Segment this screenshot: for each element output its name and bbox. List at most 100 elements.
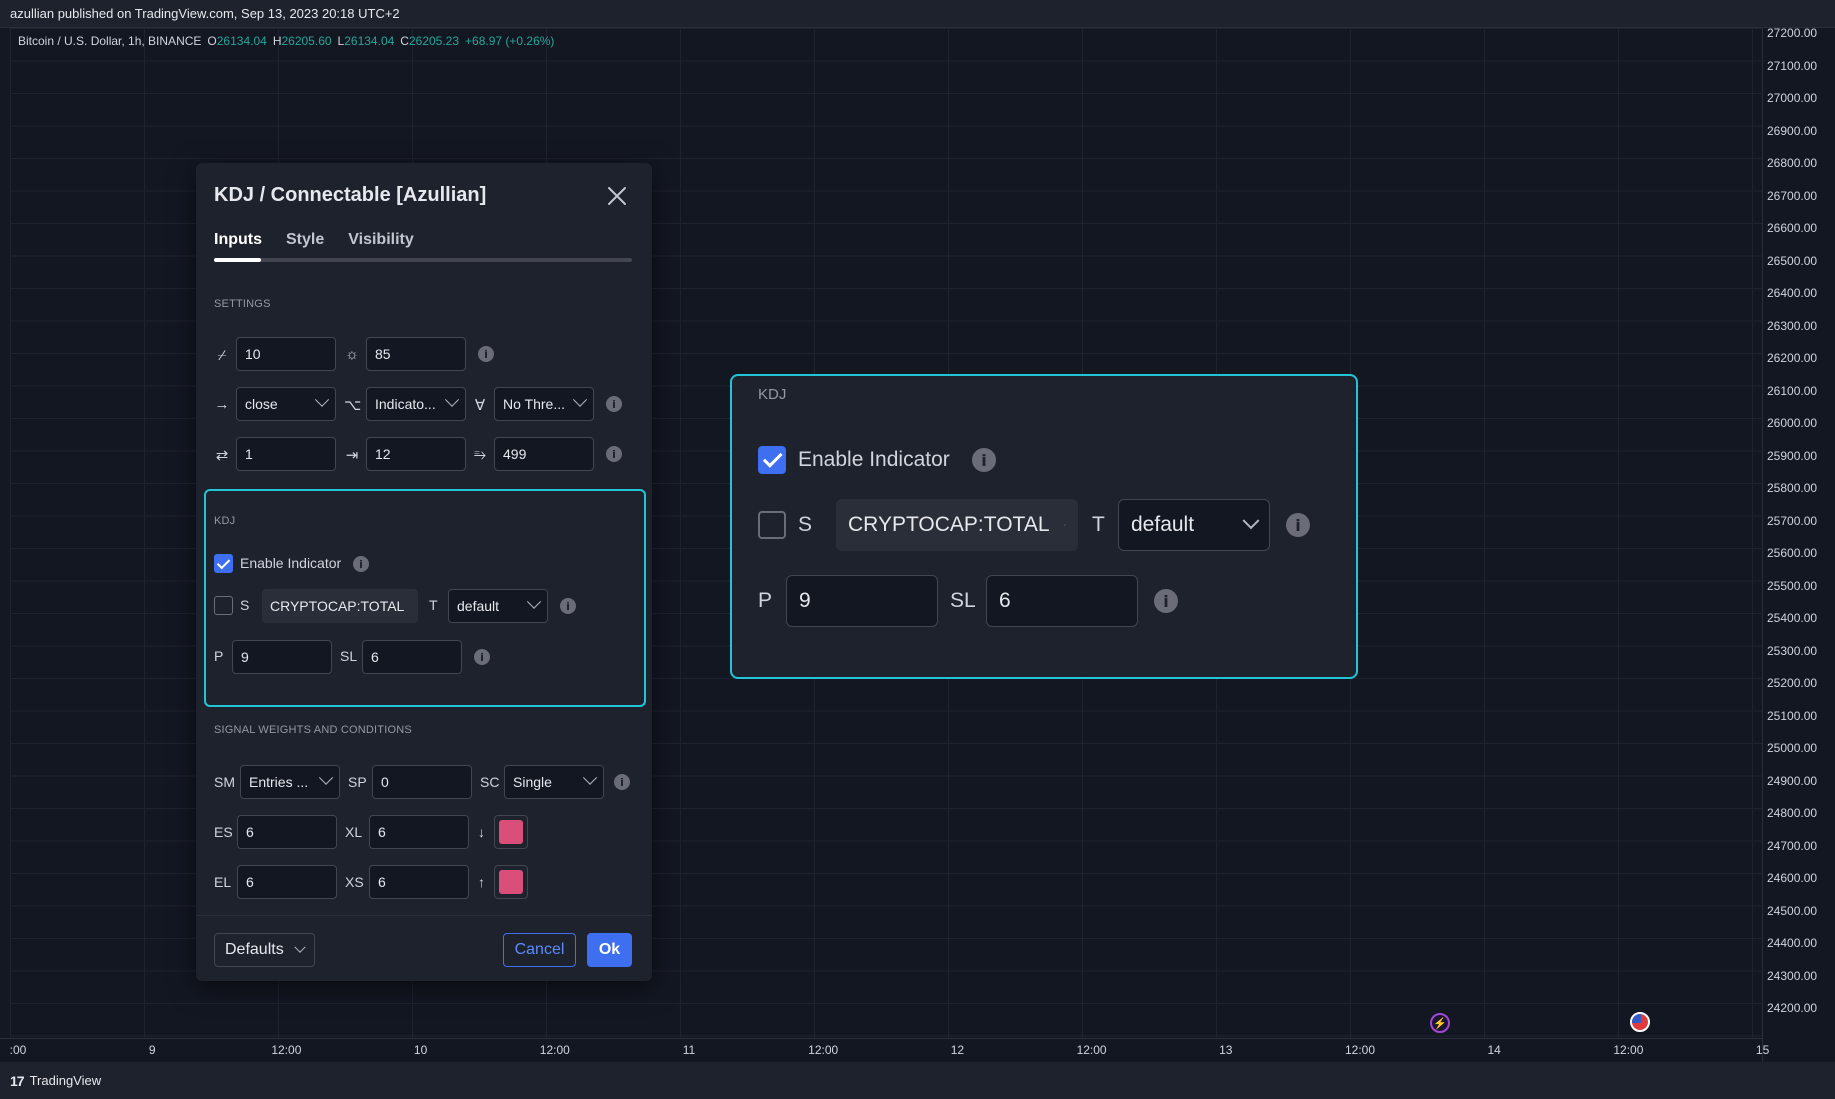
- symbol-legend: Bitcoin / U.S. Dollar, 1h, BINANCE O 2613…: [18, 34, 554, 48]
- indicator-select-value: Indicato...: [375, 396, 436, 412]
- time-axis[interactable]: :00 9 12:00 10 12:00 11 12:00 12 12:00 13 12:00 14 1…: [0, 1038, 1769, 1062]
- enable-indicator-checkbox[interactable]: [214, 554, 233, 573]
- zoom-sl-label: SL: [950, 589, 976, 612]
- xs-input[interactable]: 6: [369, 865, 469, 899]
- time-tick-label: 12: [950, 1043, 965, 1057]
- symbol-toggle-checkbox[interactable]: [214, 596, 233, 615]
- source-select[interactable]: close: [236, 387, 336, 421]
- info-icon[interactable]: i: [606, 396, 622, 412]
- time-tick-label: 13: [1219, 1043, 1233, 1057]
- price-tick-label: 26800.00: [1767, 156, 1818, 170]
- footer-divider: [196, 915, 652, 916]
- sc-label: SC: [480, 774, 500, 790]
- tab-inputs[interactable]: Inputs: [214, 231, 262, 249]
- long-color-swatch: [499, 870, 523, 894]
- bottom-bar: 17 TradingView: [0, 1062, 1835, 1099]
- tradingview-logo-icon: 17: [10, 1072, 25, 1089]
- us-flag-event-icon[interactable]: [1630, 1012, 1650, 1032]
- price-tick-label: 25400.00: [1767, 611, 1818, 625]
- zoom-enable-indicator-checkbox[interactable]: [758, 446, 786, 474]
- es-input[interactable]: 6: [237, 815, 337, 849]
- symbol-input[interactable]: CRYPTOCAP:TOTAL: [262, 589, 418, 623]
- indicator-settings-dialog: KDJ / Connectable [Azullian] Inputs Styl…: [196, 163, 652, 981]
- legend-low: 26134.04: [344, 34, 395, 48]
- chevron-down-icon: [294, 941, 306, 953]
- pencil-icon[interactable]: [1063, 514, 1067, 536]
- enable-indicator-label: Enable Indicator: [240, 555, 342, 571]
- chevron-down-icon: [444, 392, 460, 407]
- info-icon[interactable]: i: [474, 649, 490, 665]
- info-icon[interactable]: i: [1286, 513, 1310, 537]
- setting-input-3[interactable]: 1: [236, 437, 336, 471]
- info-icon[interactable]: i: [606, 446, 622, 462]
- signal-mode-select[interactable]: Entries ...: [240, 765, 340, 799]
- time-tick-label: 12:00: [808, 1043, 839, 1057]
- period-input[interactable]: 9: [232, 640, 332, 674]
- zoom-t-label: T: [1092, 513, 1105, 536]
- el-label: EL: [214, 874, 232, 890]
- zoom-symbol-input[interactable]: CRYPTOCAP:TOTAL: [836, 499, 1078, 551]
- dialog-tabs: Inputs Style Visibility: [214, 231, 414, 249]
- short-color-picker[interactable]: [494, 815, 528, 849]
- signal-section-title: SIGNAL WEIGHTS AND CONDITIONS: [214, 724, 412, 736]
- timeframe-select[interactable]: default: [448, 589, 548, 623]
- trend-icon: ⌿: [217, 347, 227, 364]
- legend-symbol[interactable]: Bitcoin / U.S. Dollar, 1h, BINANCE: [18, 34, 201, 48]
- setting-input-5[interactable]: 499: [494, 437, 594, 471]
- connector-icon: ⌥: [344, 397, 362, 414]
- time-tick-label: 12:00: [539, 1043, 570, 1057]
- zoom-signal-length-input[interactable]: 6: [986, 575, 1138, 627]
- tab-active-indicator: [214, 258, 261, 262]
- indicator-select[interactable]: Indicato...: [366, 387, 466, 421]
- signal-length-input[interactable]: 6: [362, 640, 462, 674]
- dialog-title: KDJ / Connectable [Azullian]: [214, 184, 487, 206]
- price-axis[interactable]: 27200.00 27100.00 27000.00 26900.00 26800.00…: [1762, 26, 1835, 1062]
- legend-open-key: O: [207, 34, 217, 48]
- signal-condition-select[interactable]: Single: [504, 765, 604, 799]
- symbol-value: CRYPTOCAP:TOTAL: [270, 598, 405, 614]
- sp-label: SP: [348, 774, 367, 790]
- tab-style[interactable]: Style: [286, 231, 324, 249]
- up-arrow-icon: ↑: [478, 874, 485, 890]
- threshold-select[interactable]: No Thre...: [494, 387, 594, 421]
- price-tick-label: 25000.00: [1767, 741, 1818, 755]
- zoom-p-label: P: [758, 589, 773, 612]
- time-tick-label: 12:00: [1613, 1043, 1644, 1057]
- short-color-swatch: [499, 820, 523, 844]
- zoom-period-input[interactable]: 9: [786, 575, 938, 627]
- zoom-symbol-toggle-checkbox[interactable]: [758, 511, 786, 539]
- defaults-label: Defaults: [225, 941, 284, 958]
- info-icon[interactable]: i: [614, 774, 630, 790]
- setting-input-1[interactable]: 10: [236, 337, 336, 371]
- time-tick-label: 11: [682, 1043, 696, 1057]
- setting-input-4[interactable]: 12: [366, 437, 466, 471]
- zoom-timeframe-select[interactable]: default: [1118, 499, 1270, 551]
- ok-button[interactable]: Ok: [587, 933, 632, 967]
- price-tick-label: 25200.00: [1767, 676, 1818, 690]
- price-tick-label: 24700.00: [1767, 838, 1818, 853]
- tradingview-brand: TradingView: [29, 1073, 102, 1088]
- info-icon[interactable]: i: [560, 598, 576, 614]
- xl-input[interactable]: 6: [369, 815, 469, 849]
- event-bolt-icon[interactable]: ⚡: [1430, 1013, 1450, 1033]
- info-icon[interactable]: i: [1154, 589, 1178, 613]
- info-icon[interactable]: i: [353, 556, 369, 572]
- signal-priority-input[interactable]: 0: [372, 765, 472, 799]
- defaults-button[interactable]: Defaults: [214, 933, 315, 967]
- price-tick-label: 26100.00: [1767, 383, 1818, 398]
- price-tick-label: 27000.00: [1767, 91, 1818, 105]
- chevron-down-icon: [572, 392, 588, 407]
- close-icon[interactable]: [606, 185, 628, 207]
- tab-visibility[interactable]: Visibility: [348, 231, 414, 249]
- setting-input-2[interactable]: 85: [366, 337, 466, 371]
- zoom-symbol-value: CRYPTOCAP:TOTAL: [848, 513, 1050, 536]
- info-icon[interactable]: i: [972, 448, 996, 472]
- cancel-button[interactable]: Cancel: [503, 933, 576, 967]
- chevron-down-icon: [1242, 512, 1260, 530]
- s-label: S: [240, 597, 250, 613]
- price-tick-label: 25900.00: [1767, 448, 1818, 463]
- chevron-down-icon: [314, 392, 330, 407]
- info-icon[interactable]: i: [478, 346, 494, 362]
- el-input[interactable]: 6: [237, 865, 337, 899]
- long-color-picker[interactable]: [494, 865, 528, 899]
